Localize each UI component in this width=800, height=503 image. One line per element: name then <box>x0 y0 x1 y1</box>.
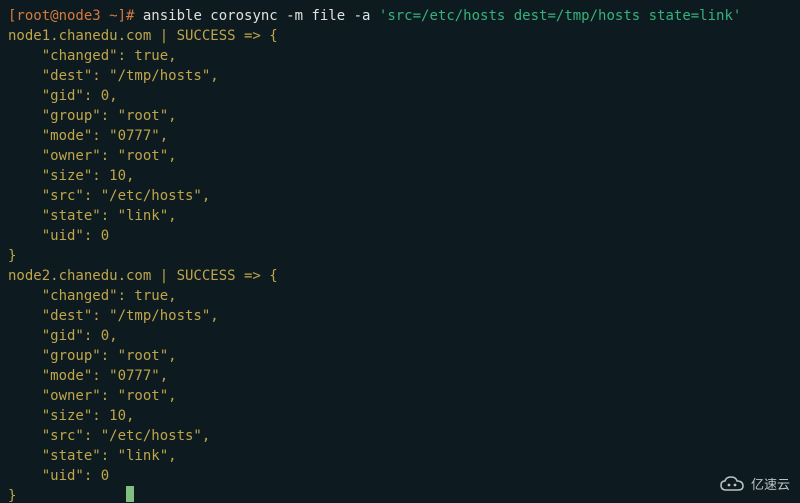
result-header-2: node2.chanedu.com | SUCCESS => { <box>8 268 278 284</box>
terminal-cursor <box>126 486 134 502</box>
command-text: ansible corosync -m file -a <box>143 8 371 24</box>
json-line: "changed": true, <box>8 288 185 304</box>
json-line: "src": "/etc/hosts", <box>8 428 219 444</box>
json-line: "owner": "root", <box>8 148 185 164</box>
json-line: "state": "link", <box>8 448 185 464</box>
json-line: "gid": 0, <box>8 328 126 344</box>
json-line: "changed": true, <box>8 48 185 64</box>
json-line: "dest": "/tmp/hosts", <box>8 308 227 324</box>
json-line: "state": "link", <box>8 208 185 224</box>
json-line: "uid": 0 <box>8 468 109 484</box>
json-line: "mode": "0777", <box>8 128 177 144</box>
result-header-1: node1.chanedu.com | SUCCESS => { <box>8 28 278 44</box>
cloud-icon <box>719 476 745 494</box>
watermark-text: 亿速云 <box>751 475 790 495</box>
command-arg: 'src=/etc/hosts dest=/tmp/hosts state=li… <box>379 8 741 24</box>
json-line: "src": "/etc/hosts", <box>8 188 219 204</box>
json-line: "size": 10, <box>8 408 143 424</box>
json-line: "mode": "0777", <box>8 368 177 384</box>
json-line: "owner": "root", <box>8 388 185 404</box>
watermark: 亿速云 <box>719 475 790 495</box>
json-line: "dest": "/tmp/hosts", <box>8 68 227 84</box>
json-line: "group": "root", <box>8 348 185 364</box>
json-line: "size": 10, <box>8 168 143 184</box>
shell-prompt: [root@node3 ~]# <box>8 8 134 24</box>
json-line: "uid": 0 <box>8 228 109 244</box>
json-close: } <box>8 248 16 264</box>
json-line: "gid": 0, <box>8 88 126 104</box>
terminal-output[interactable]: [root@node3 ~]# ansible corosync -m file… <box>0 0 800 503</box>
json-close: } <box>8 488 16 503</box>
json-line: "group": "root", <box>8 108 185 124</box>
